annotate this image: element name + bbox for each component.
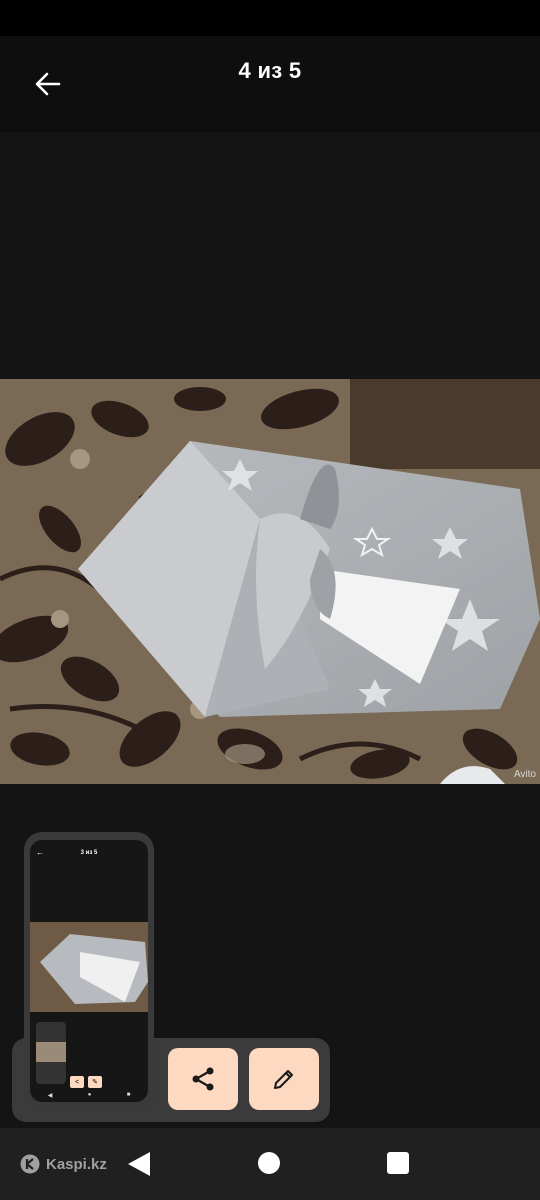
page-title: 4 из 5 <box>238 58 302 83</box>
product-photo[interactable]: Avito <box>0 379 540 784</box>
system-nav-bar: Kaspi.kz <box>0 1128 540 1200</box>
share-icon <box>192 1067 214 1091</box>
nav-home-icon[interactable] <box>258 1152 280 1174</box>
status-bar <box>0 0 540 36</box>
mini-photo <box>30 922 148 1012</box>
edit-button[interactable] <box>249 1048 319 1110</box>
share-button[interactable] <box>168 1048 238 1110</box>
kaspi-label: Kaspi.kz <box>46 1155 107 1173</box>
mini-edit-icon: ✎ <box>88 1076 102 1088</box>
mini-nav-bar: ◀ ● ■ <box>47 1092 131 1099</box>
screenshot-screen: ← 3 из 5 < ✎ ◀ ● ■ <box>30 840 148 1102</box>
swaddle-photo <box>0 379 540 784</box>
nav-back-icon[interactable] <box>126 1150 152 1178</box>
nav-recents-icon[interactable] <box>387 1152 409 1174</box>
screenshot-thumbnail[interactable]: ← 3 из 5 < ✎ ◀ ● ■ <box>24 832 154 1108</box>
mini-title: 3 из 5 <box>80 850 98 856</box>
kaspi-logo-icon <box>20 1154 40 1174</box>
mini-share-icon: < <box>70 1076 84 1088</box>
watermark: Avito <box>513 769 536 780</box>
top-bar: 4 из 5 <box>0 36 540 132</box>
mini-nested-thumbnail <box>36 1022 66 1084</box>
pencil-icon <box>274 1070 293 1089</box>
kaspi-brand: Kaspi.kz <box>20 1154 107 1174</box>
